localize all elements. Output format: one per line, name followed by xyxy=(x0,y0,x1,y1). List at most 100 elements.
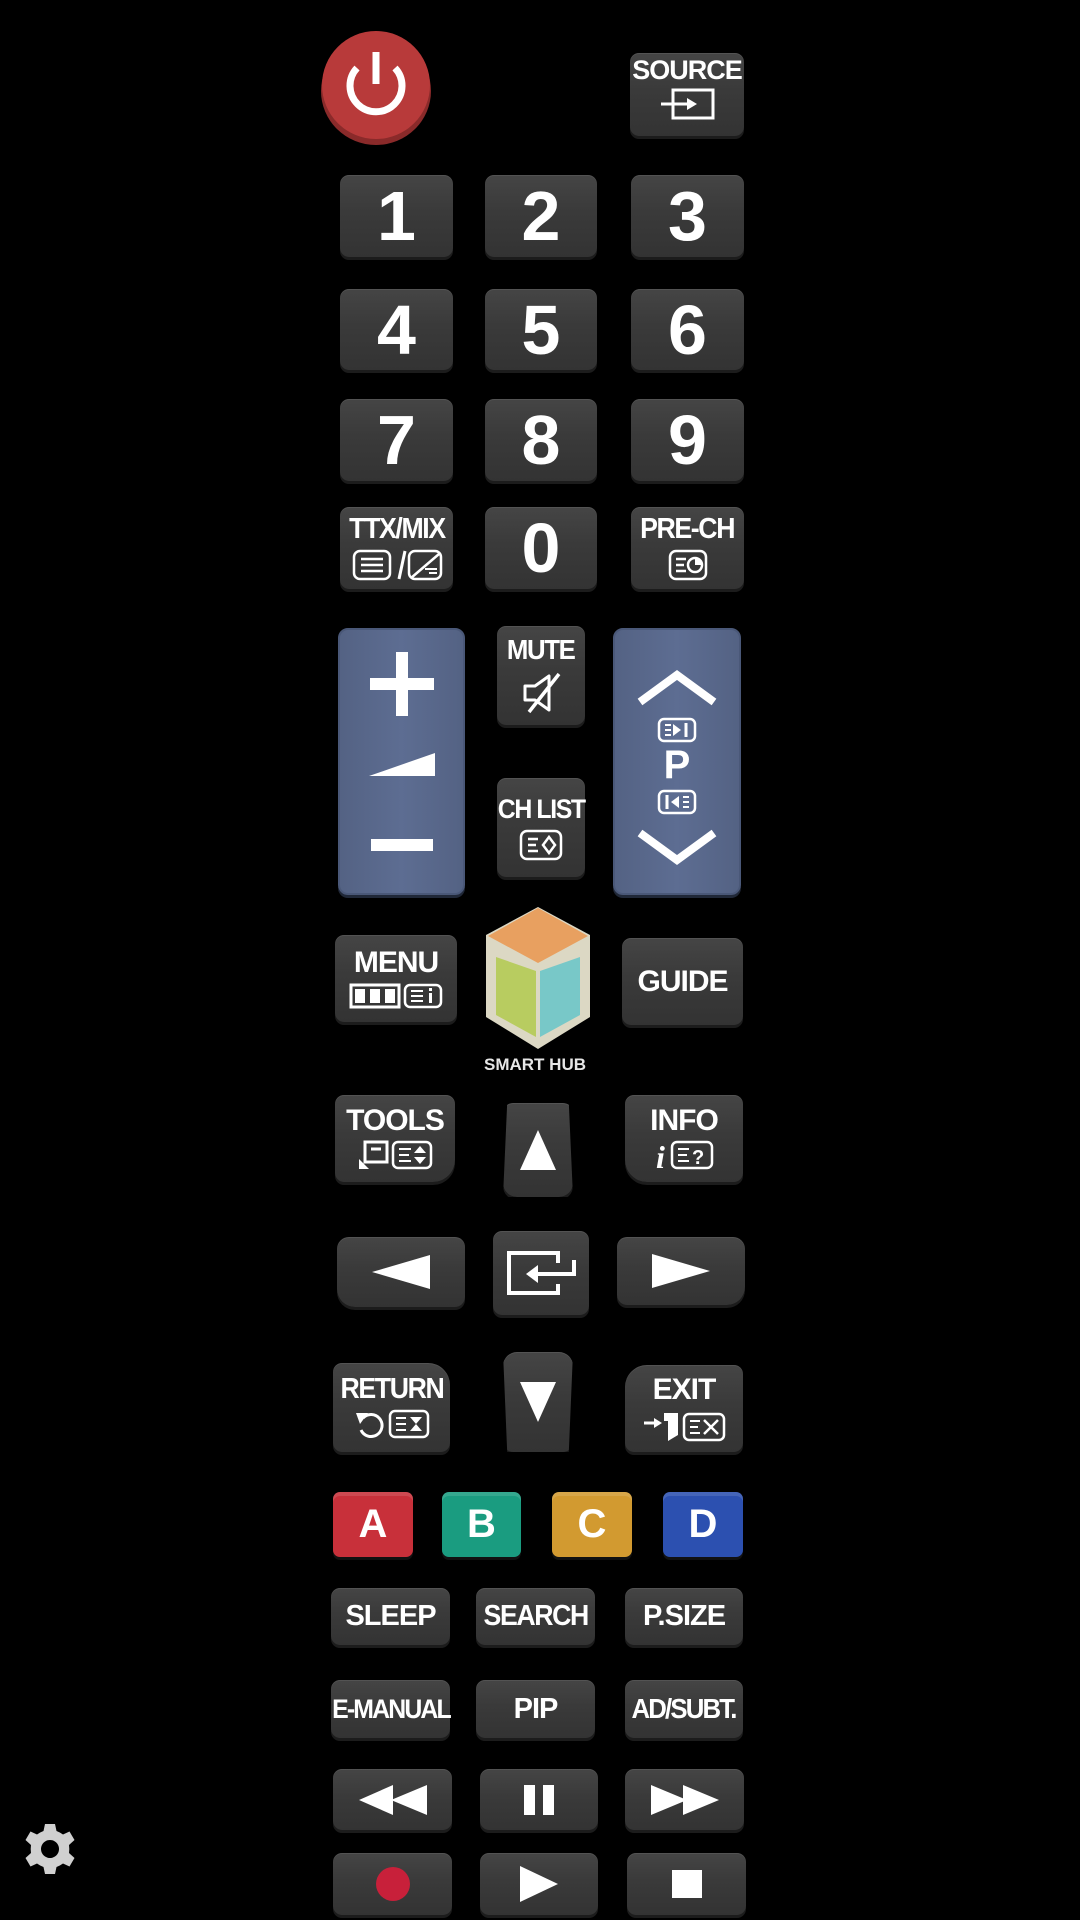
number-label: 3 xyxy=(668,177,707,255)
down-arrow-icon xyxy=(520,1382,556,1422)
volume-down-button[interactable] xyxy=(340,810,463,880)
power-button[interactable] xyxy=(320,30,432,146)
ch-list-button[interactable]: CH LIST xyxy=(497,778,586,877)
number-0-button[interactable]: 0 xyxy=(485,507,597,589)
channel-down-button[interactable] xyxy=(615,825,739,869)
channel-up-button[interactable] xyxy=(615,668,739,708)
pre-ch-button[interactable]: PRE-CH xyxy=(631,507,744,589)
rewind-icon xyxy=(358,1784,427,1815)
nav-left-button[interactable] xyxy=(337,1237,465,1307)
mute-speaker-icon xyxy=(523,672,561,714)
menu-label: MENU xyxy=(353,945,439,979)
source-label: SOURCE xyxy=(632,55,743,85)
number-label: 4 xyxy=(377,290,416,369)
ttx-mix-label: TTX/MIX xyxy=(348,512,446,545)
number-7-button[interactable]: 7 xyxy=(340,399,453,481)
previous-channel-glyph-icon xyxy=(657,789,697,815)
svg-text:i: i xyxy=(656,1139,665,1171)
input-source-icon xyxy=(661,88,715,120)
return-icon xyxy=(355,1409,429,1439)
menu-button[interactable]: MENU xyxy=(335,935,457,1022)
record-button[interactable] xyxy=(333,1853,452,1915)
guide-button[interactable]: GUIDE xyxy=(622,938,743,1025)
color-key-a[interactable]: A xyxy=(333,1492,413,1557)
tools-button[interactable]: TOOLS xyxy=(335,1095,455,1182)
exit-button[interactable]: EXIT xyxy=(625,1365,743,1452)
play-button[interactable] xyxy=(480,1853,598,1915)
smart-hub-label: SMART HUB xyxy=(484,1055,586,1074)
return-button[interactable]: RETURN xyxy=(333,1363,450,1452)
channel-p-label: P xyxy=(663,743,691,787)
p-size-button[interactable]: P.SIZE xyxy=(625,1588,743,1645)
e-manual-label: E-MANUAL xyxy=(331,1693,452,1724)
rewind-button[interactable] xyxy=(333,1769,452,1830)
volume-up-button[interactable] xyxy=(340,644,463,724)
smart-hub-cube-icon xyxy=(486,907,590,1049)
fast-forward-button[interactable] xyxy=(625,1769,744,1830)
channel-rocker[interactable]: P xyxy=(613,628,741,895)
pip-button[interactable]: PIP xyxy=(476,1680,595,1738)
up-arrow-icon xyxy=(520,1130,556,1170)
record-icon xyxy=(375,1867,410,1901)
ad-subt-button[interactable]: AD/SUBT. xyxy=(625,1680,743,1738)
chevron-down-icon xyxy=(637,829,717,865)
search-label: SEARCH xyxy=(483,1600,589,1632)
color-key-c[interactable]: C xyxy=(552,1492,632,1557)
e-manual-button[interactable]: E-MANUAL xyxy=(331,1680,452,1738)
settings-button[interactable] xyxy=(23,1822,77,1876)
volume-rocker[interactable] xyxy=(338,628,465,895)
exit-label: EXIT xyxy=(652,1372,717,1406)
number-2-button[interactable]: 2 xyxy=(485,175,597,257)
number-label: 7 xyxy=(377,401,416,479)
search-button[interactable]: SEARCH xyxy=(476,1588,595,1645)
right-arrow-icon xyxy=(652,1254,710,1288)
ad-subt-label: AD/SUBT. xyxy=(631,1693,738,1724)
enter-button[interactable] xyxy=(493,1231,589,1315)
stop-icon xyxy=(671,1870,702,1898)
tools-icon xyxy=(359,1140,433,1170)
number-label: 2 xyxy=(521,177,561,255)
pause-button[interactable] xyxy=(480,1769,598,1830)
record-dot xyxy=(375,1867,410,1901)
number-6-button[interactable]: 6 xyxy=(631,289,744,370)
exit-icon xyxy=(644,1412,726,1441)
nav-down-button[interactable] xyxy=(503,1352,573,1452)
number-5-button[interactable]: 5 xyxy=(485,289,597,370)
left-arrow-icon xyxy=(372,1255,430,1289)
number-label: 6 xyxy=(668,290,707,369)
number-8-button[interactable]: 8 xyxy=(485,399,597,481)
info-button[interactable]: INFO i ? xyxy=(625,1095,743,1182)
previous-channel-icon xyxy=(668,549,707,581)
color-key-label: A xyxy=(358,1502,388,1546)
mute-label: MUTE xyxy=(507,634,576,665)
nav-up-button[interactable] xyxy=(503,1103,573,1197)
number-1-button[interactable]: 1 xyxy=(340,175,453,257)
number-label: 8 xyxy=(521,401,561,479)
minus-icon xyxy=(370,839,433,851)
return-label: RETURN xyxy=(340,1373,444,1405)
channel-prev-glyph xyxy=(615,787,739,817)
pre-ch-label: PRE-CH xyxy=(640,513,735,545)
pip-label: PIP xyxy=(513,1692,559,1725)
smart-hub-button[interactable] xyxy=(484,905,592,1051)
svg-text:?: ? xyxy=(692,1147,704,1169)
color-key-b[interactable]: B xyxy=(442,1492,521,1557)
channel-list-icon xyxy=(519,829,563,861)
power-icon xyxy=(321,31,431,145)
info-icon: i ? xyxy=(656,1139,714,1171)
color-key-d[interactable]: D xyxy=(663,1492,743,1557)
mute-button[interactable]: MUTE xyxy=(497,626,585,725)
number-4-button[interactable]: 4 xyxy=(340,289,453,370)
sleep-button[interactable]: SLEEP xyxy=(331,1588,450,1645)
plus-icon xyxy=(369,652,434,716)
ttx-mix-button[interactable]: TTX/MIX xyxy=(340,507,453,589)
number-label: 9 xyxy=(668,401,707,479)
number-label: 0 xyxy=(521,509,561,587)
number-9-button[interactable]: 9 xyxy=(631,399,744,481)
nav-right-button[interactable] xyxy=(617,1237,745,1305)
number-3-button[interactable]: 3 xyxy=(631,175,744,257)
info-label: INFO xyxy=(650,1104,719,1137)
source-button[interactable]: SOURCE xyxy=(630,53,744,136)
stop-button[interactable] xyxy=(627,1853,746,1915)
color-key-label: B xyxy=(467,1502,496,1546)
